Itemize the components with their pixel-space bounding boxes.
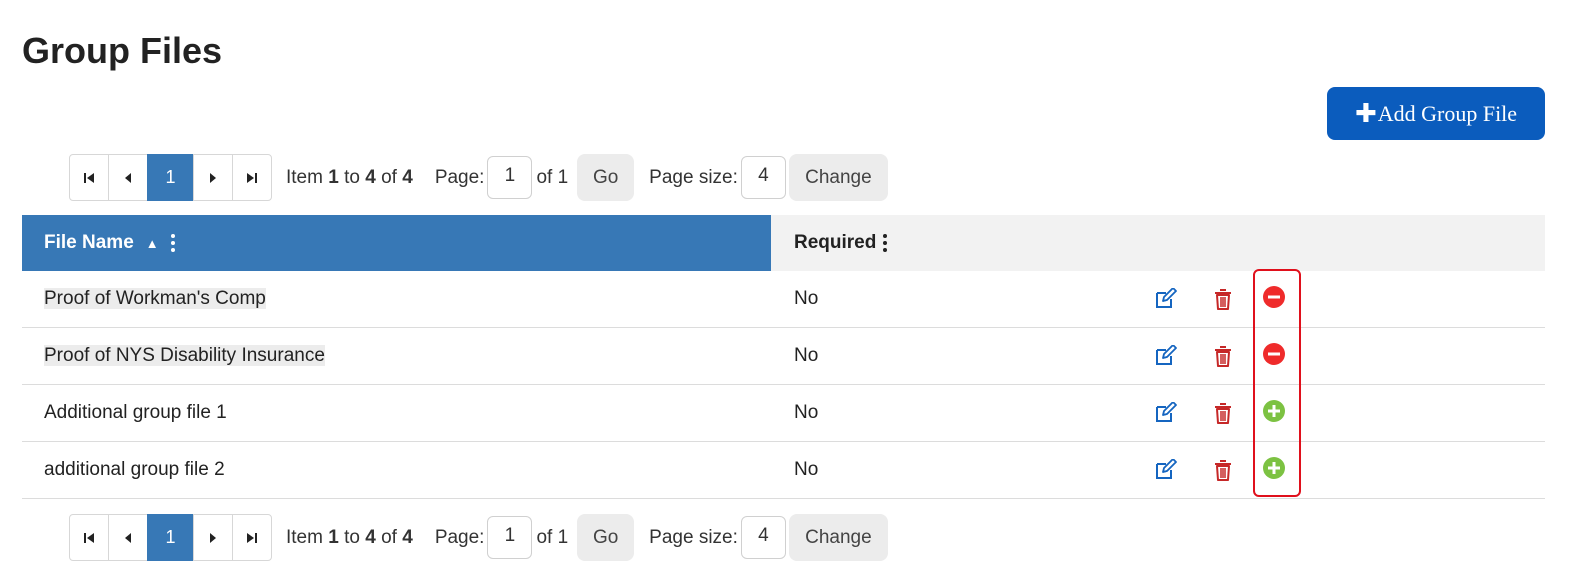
- edit-icon[interactable]: [1154, 459, 1178, 481]
- page-size-input[interactable]: [740, 516, 786, 559]
- add-group-file-label: Add Group File: [1377, 100, 1518, 126]
- first-page-icon: [84, 532, 94, 543]
- go-button[interactable]: Go: [577, 514, 635, 561]
- table-row: Proof of NYS Disability Insurance No: [22, 328, 1545, 385]
- page-size-label: Page size:: [649, 526, 738, 548]
- add-group-file-button[interactable]: ✚ Add Group File: [1327, 87, 1545, 140]
- grid-header: File Name ▲ Required: [22, 215, 1545, 271]
- first-page-button[interactable]: [69, 514, 109, 561]
- last-page-icon: [247, 172, 257, 183]
- table-row: additional group file 2 No: [22, 442, 1545, 499]
- file-name-cell: Proof of Workman's Comp: [22, 288, 771, 310]
- change-button[interactable]: Change: [788, 154, 888, 201]
- pager-buttons: 1: [69, 154, 272, 201]
- last-page-icon: [247, 532, 257, 543]
- page-input[interactable]: [487, 156, 533, 199]
- prev-page-button[interactable]: [108, 154, 148, 201]
- column-header-required[interactable]: Required: [771, 215, 1545, 271]
- pager-bottom: 1 Item 1 to 4 of 4 Page: of 1 Go Page si…: [69, 514, 888, 561]
- grid-body: Proof of Workman's Comp No Proof of NYS …: [22, 271, 1545, 499]
- delete-icon[interactable]: [1213, 402, 1233, 424]
- file-name-cell: Additional group file 1: [22, 402, 771, 424]
- page-title: Group Files: [22, 30, 223, 71]
- file-name: Proof of NYS Disability Insurance: [44, 345, 325, 366]
- column-menu-icon[interactable]: [883, 234, 888, 252]
- delete-icon[interactable]: [1213, 345, 1233, 367]
- prev-page-button[interactable]: [108, 514, 148, 561]
- edit-icon[interactable]: [1154, 402, 1178, 424]
- page-number-button[interactable]: 1: [147, 154, 194, 201]
- prev-page-icon: [125, 532, 131, 543]
- change-button[interactable]: Change: [788, 514, 888, 561]
- page-size-label: Page size:: [649, 166, 738, 188]
- pager-top: 1 Item 1 to 4 of 4 Page: of 1 Go Page si…: [69, 154, 888, 201]
- edit-icon[interactable]: [1154, 345, 1178, 367]
- item-range-info: Item 1 to 4 of 4: [286, 166, 413, 188]
- table-row: Additional group file 1 No: [22, 385, 1545, 442]
- page-label: Page:: [434, 166, 485, 188]
- last-page-button[interactable]: [232, 154, 272, 201]
- file-name: Proof of Workman's Comp: [44, 288, 266, 309]
- next-page-icon: [210, 172, 216, 183]
- column-header-file-name[interactable]: File Name ▲: [22, 215, 771, 271]
- required-cell: No: [794, 402, 819, 423]
- file-name-cell: additional group file 2: [22, 459, 771, 481]
- table-row: Proof of Workman's Comp No: [22, 271, 1545, 328]
- page-input[interactable]: [487, 516, 533, 559]
- page-of-label: of 1: [536, 166, 569, 188]
- required-cell: No: [794, 288, 819, 309]
- required-cell: No: [794, 459, 819, 480]
- page-number-button[interactable]: 1: [147, 514, 194, 561]
- column-label-file-name: File Name: [44, 232, 134, 253]
- next-page-button[interactable]: [193, 154, 233, 201]
- group-files-grid: File Name ▲ Required Proof of Workman's …: [22, 215, 1545, 499]
- column-label-required: Required: [794, 232, 877, 253]
- sort-ascending-icon[interactable]: ▲: [146, 236, 159, 251]
- page-size-input[interactable]: [740, 156, 786, 199]
- first-page-button[interactable]: [69, 154, 109, 201]
- file-name-cell: Proof of NYS Disability Insurance: [22, 345, 771, 367]
- next-page-icon: [210, 532, 216, 543]
- first-page-icon: [84, 172, 94, 183]
- column-menu-icon[interactable]: [170, 234, 175, 252]
- prev-page-icon: [125, 172, 131, 183]
- item-range-info: Item 1 to 4 of 4: [286, 526, 413, 548]
- pager-buttons: 1: [69, 514, 272, 561]
- delete-icon[interactable]: [1213, 459, 1233, 481]
- next-page-button[interactable]: [193, 514, 233, 561]
- required-cell: No: [794, 345, 819, 366]
- highlight-box: [1253, 269, 1301, 497]
- page-label: Page:: [434, 526, 485, 548]
- file-name: Additional group file 1: [44, 402, 227, 423]
- delete-icon[interactable]: [1213, 288, 1233, 310]
- page-of-label: of 1: [536, 526, 569, 548]
- go-button[interactable]: Go: [577, 154, 635, 201]
- file-name: additional group file 2: [44, 459, 225, 480]
- last-page-button[interactable]: [232, 514, 272, 561]
- plus-icon: ✚: [1354, 98, 1377, 129]
- edit-icon[interactable]: [1154, 288, 1178, 310]
